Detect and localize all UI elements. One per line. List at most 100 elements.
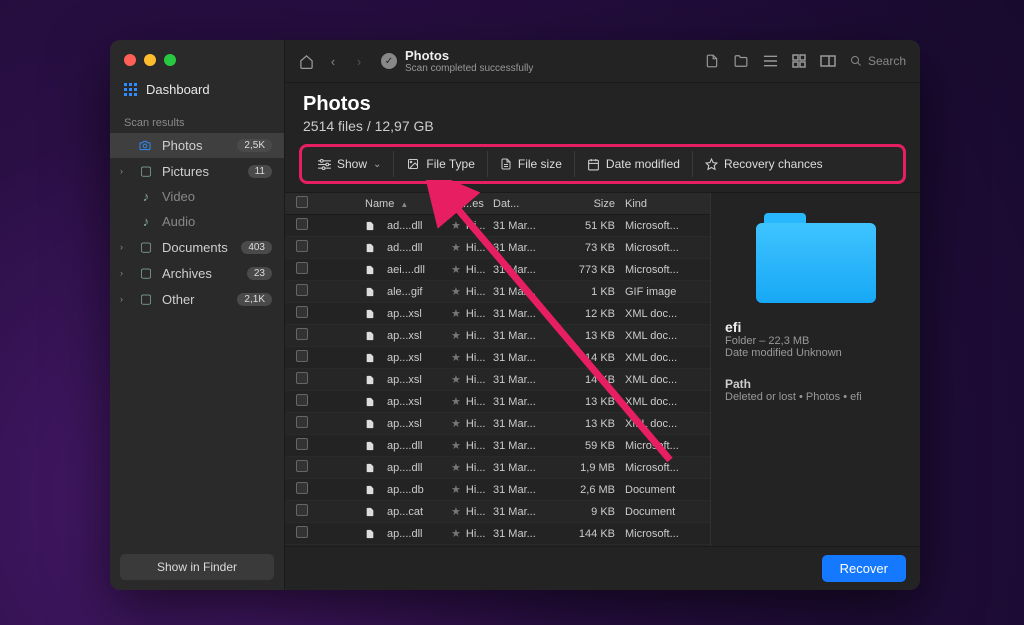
file-recoverable: ★ Hi... [447,483,491,496]
table-row[interactable]: ad....dll★ Hi...31 Mar...51 KBMicrosoft.… [285,215,710,237]
new-file-icon[interactable] [705,53,719,69]
file-icon [363,506,377,518]
file-recoverable: ★ Hi... [447,439,491,452]
inspector-name: efi [725,319,906,335]
row-checkbox[interactable] [296,350,308,362]
file-date: 31 Mar... [491,374,551,386]
row-checkbox[interactable] [296,460,308,472]
table-row[interactable]: ad....dll★ Hi...31 Mar...73 KBMicrosoft.… [285,237,710,259]
table-row[interactable]: ap...xsl★ Hi...31 Mar...13 KBXML doc... [285,325,710,347]
content-split: Name▲ Re...es Dat... Size Kind ad....dll… [285,192,920,546]
sidebar-item-archives[interactable]: ›▢Archives23 [110,260,284,286]
file-name: ap...cat [385,506,425,518]
file-size: 13 KB [551,396,623,408]
file-icon [363,352,377,364]
list-view-icon[interactable] [763,55,778,67]
table-row[interactable]: ap...cat★ Hi...31 Mar...9 KBDocument [285,501,710,523]
file-recoverable: ★ Hi... [447,263,491,276]
file-name: ad....dll [385,220,424,232]
maximize-window-button[interactable] [164,54,176,66]
row-checkbox[interactable] [296,372,308,384]
close-window-button[interactable] [124,54,136,66]
col-name[interactable]: Name▲ [361,198,447,210]
search-field[interactable]: Search [850,54,906,68]
table-row[interactable]: ap....db★ Hi...31 Mar...2,6 MBDocument [285,479,710,501]
sidebar-item-audio[interactable]: ♪Audio [110,209,284,234]
grid-icon [124,83,138,97]
filter-date-button[interactable]: Date modified [575,151,693,177]
row-checkbox[interactable] [296,416,308,428]
table-row[interactable]: ap...xsl★ Hi...31 Mar...12 KBXML doc... [285,303,710,325]
file-kind: Microsoft... [623,264,703,276]
file-kind: XML doc... [623,396,703,408]
row-checkbox[interactable] [296,328,308,340]
nav-forward-button[interactable]: › [351,54,367,69]
row-checkbox[interactable] [296,306,308,318]
file-date: 31 Mar... [491,506,551,518]
page-subtitle: 2514 files / 12,97 GB [303,118,902,134]
table-row[interactable]: ap....dll★ Hi...31 Mar...144 KBMicrosoft… [285,523,710,545]
table-row[interactable]: ap...xsl★ Hi...31 Mar...13 KBXML doc... [285,413,710,435]
category-icon: ▢ [138,239,154,255]
home-icon[interactable] [299,54,315,69]
file-name: ap....dll [385,528,424,540]
sidebar-item-photos[interactable]: Photos2,5K [110,133,284,158]
chevron-right-icon: › [120,294,130,304]
recover-button[interactable]: Recover [822,555,906,582]
file-size: 14 KB [551,374,623,386]
sidebar-item-other[interactable]: ›▢Other2,1K [110,286,284,312]
row-checkbox[interactable] [296,438,308,450]
row-checkbox[interactable] [296,504,308,516]
filter-filesize-button[interactable]: File size [488,151,575,177]
chevron-right-icon: › [120,268,130,278]
row-checkbox[interactable] [296,218,308,230]
file-kind: Document [623,484,703,496]
inspector-meta: Folder – 22,3 MB [725,335,906,347]
table-row[interactable]: ap....dll★ Hi...31 Mar...1,9 MBMicrosoft… [285,457,710,479]
filter-recovery-button[interactable]: Recovery chances [693,151,835,177]
col-date[interactable]: Dat... [491,198,551,210]
sidebar-item-video[interactable]: ♪Video [110,184,284,209]
row-checkbox[interactable] [296,284,308,296]
select-all-checkbox[interactable] [296,196,308,208]
sidebar-footer: Show in Finder [110,544,284,590]
file-size: 9 KB [551,506,623,518]
panel-view-icon[interactable] [820,55,836,67]
table-row[interactable]: ap...xsl★ Hi...31 Mar...14 KBXML doc... [285,347,710,369]
row-checkbox[interactable] [296,482,308,494]
chevron-down-icon: ⌄ [373,159,381,170]
col-recoverable[interactable]: Re...es [447,198,491,210]
table-row[interactable]: ap...xsl★ Hi...31 Mar...13 KBXML doc... [285,391,710,413]
row-checkbox[interactable] [296,240,308,252]
table-row[interactable]: ap....dll★ Hi...31 Mar...59 KBMicrosoft.… [285,435,710,457]
table-row[interactable]: ale...gif★ Hi...31 Mar...1 KBGIF image [285,281,710,303]
file-date: 31 Mar... [491,264,551,276]
show-in-finder-button[interactable]: Show in Finder [120,554,274,580]
grid-view-icon[interactable] [792,54,806,68]
row-checkbox[interactable] [296,262,308,274]
filter-filetype-button[interactable]: File Type [394,151,487,177]
file-name: ap...xsl [385,330,424,342]
star-icon: ★ [449,308,463,320]
sidebar-item-documents[interactable]: ›▢Documents403 [110,234,284,260]
filter-show-button[interactable]: Show ⌄ [306,151,394,177]
row-checkbox[interactable] [296,526,308,538]
col-size[interactable]: Size [551,198,623,210]
row-checkbox[interactable] [296,394,308,406]
folder-icon[interactable] [733,54,749,68]
minimize-window-button[interactable] [144,54,156,66]
file-recoverable: ★ Hi... [447,527,491,540]
nav-back-button[interactable]: ‹ [325,54,341,69]
table-row[interactable]: ap...xsl★ Hi...31 Mar...14 KBXML doc... [285,369,710,391]
star-icon: ★ [449,286,463,298]
sidebar-item-pictures[interactable]: ›▢Pictures11 [110,158,284,184]
star-icon: ★ [449,440,463,452]
col-kind[interactable]: Kind [623,198,703,210]
file-icon [363,418,377,430]
count-badge: 23 [247,267,272,280]
file-date: 31 Mar... [491,308,551,320]
star-icon: ★ [449,242,463,254]
filter-bar: Show ⌄ File Type File size Date modified [299,144,906,184]
dashboard-link[interactable]: Dashboard [110,76,284,109]
table-row[interactable]: aei....dll★ Hi...31 Mar...773 KBMicrosof… [285,259,710,281]
